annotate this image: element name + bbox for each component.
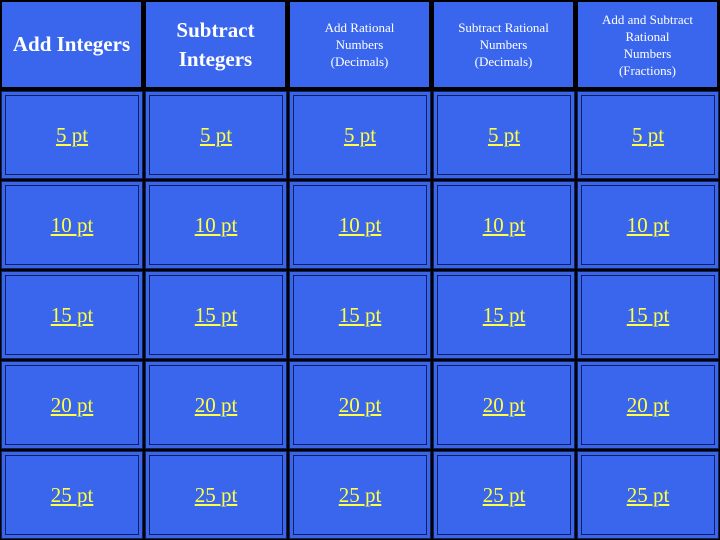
point-link[interactable]: 15 pt: [339, 303, 382, 328]
category-header: Add Rational Numbers (Decimals): [290, 2, 429, 87]
category-header: Subtract Integers: [146, 2, 285, 87]
point-link[interactable]: 15 pt: [483, 303, 526, 328]
question-cell[interactable]: 10 pt: [289, 181, 431, 269]
question-cell[interactable]: 15 pt: [145, 271, 287, 359]
point-link[interactable]: 5 pt: [632, 123, 664, 148]
question-cell[interactable]: 25 pt: [289, 451, 431, 539]
question-cell[interactable]: 25 pt: [1, 451, 143, 539]
point-link[interactable]: 15 pt: [195, 303, 238, 328]
point-link[interactable]: 10 pt: [483, 213, 526, 238]
point-link[interactable]: 20 pt: [195, 393, 238, 418]
point-link[interactable]: 15 pt: [627, 303, 670, 328]
point-link[interactable]: 20 pt: [483, 393, 526, 418]
question-cell[interactable]: 10 pt: [433, 181, 575, 269]
point-link[interactable]: 5 pt: [344, 123, 376, 148]
question-cell[interactable]: 20 pt: [289, 361, 431, 449]
point-link[interactable]: 10 pt: [51, 213, 94, 238]
category-header: Add Integers: [2, 2, 141, 87]
question-cell[interactable]: 20 pt: [1, 361, 143, 449]
question-cell[interactable]: 15 pt: [433, 271, 575, 359]
jeopardy-board: Add Integers Subtract Integers Add Rational…: [0, 0, 720, 540]
question-cell[interactable]: 10 pt: [577, 181, 719, 269]
question-cell[interactable]: 15 pt: [1, 271, 143, 359]
category-label: Subtract Integers: [176, 17, 255, 71]
point-link[interactable]: 20 pt: [339, 393, 382, 418]
question-cell[interactable]: 5 pt: [577, 91, 719, 179]
question-cell[interactable]: 5 pt: [1, 91, 143, 179]
category-label: Subtract Rational Numbers (Decimals): [458, 20, 549, 69]
category-header: Subtract Rational Numbers (Decimals): [434, 2, 573, 87]
category-header: Add and Subtract Rational Numbers (Fraction…: [578, 2, 717, 87]
point-link[interactable]: 10 pt: [627, 213, 670, 238]
question-cell[interactable]: 15 pt: [577, 271, 719, 359]
point-link[interactable]: 20 pt: [627, 393, 670, 418]
question-cell[interactable]: 25 pt: [433, 451, 575, 539]
question-cell[interactable]: 25 pt: [577, 451, 719, 539]
point-link[interactable]: 25 pt: [339, 483, 382, 508]
point-link[interactable]: 25 pt: [195, 483, 238, 508]
point-link[interactable]: 20 pt: [51, 393, 94, 418]
point-link[interactable]: 10 pt: [195, 213, 238, 238]
category-label: Add Integers: [12, 32, 131, 56]
question-cell[interactable]: 5 pt: [433, 91, 575, 179]
question-cell[interactable]: 5 pt: [145, 91, 287, 179]
question-cell[interactable]: 20 pt: [577, 361, 719, 449]
point-link[interactable]: 25 pt: [483, 483, 526, 508]
point-link[interactable]: 10 pt: [339, 213, 382, 238]
point-link[interactable]: 5 pt: [56, 123, 88, 148]
point-link[interactable]: 25 pt: [51, 483, 94, 508]
question-cell[interactable]: 5 pt: [289, 91, 431, 179]
point-link[interactable]: 5 pt: [488, 123, 520, 148]
question-cell[interactable]: 25 pt: [145, 451, 287, 539]
point-link[interactable]: 5 pt: [200, 123, 232, 148]
question-cell[interactable]: 10 pt: [1, 181, 143, 269]
category-label: Add Rational Numbers (Decimals): [324, 20, 395, 69]
category-label: Add and Subtract Rational Numbers (Fraction…: [602, 11, 693, 78]
question-cell[interactable]: 20 pt: [145, 361, 287, 449]
question-cell[interactable]: 15 pt: [289, 271, 431, 359]
question-cell[interactable]: 10 pt: [145, 181, 287, 269]
question-cell[interactable]: 20 pt: [433, 361, 575, 449]
point-link[interactable]: 25 pt: [627, 483, 670, 508]
point-link[interactable]: 15 pt: [51, 303, 94, 328]
